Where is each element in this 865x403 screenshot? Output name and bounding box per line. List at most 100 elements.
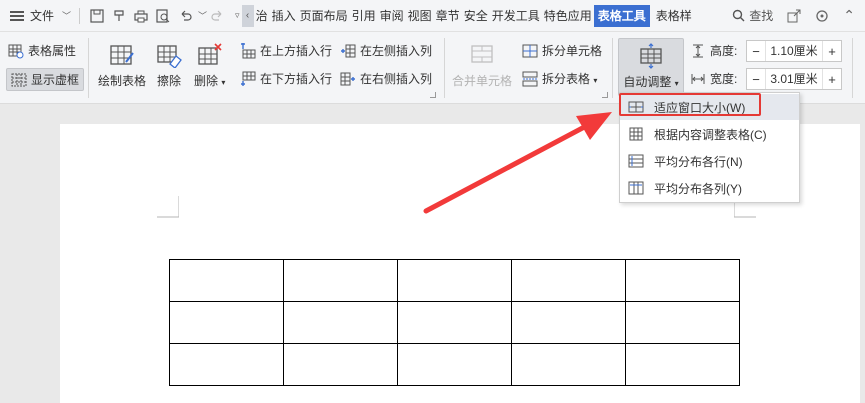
table-row (169, 343, 740, 386)
table-row (169, 301, 740, 344)
insert-column-right-button[interactable]: 在右侧插入列 (340, 70, 432, 87)
fit-contents-icon (629, 127, 643, 141)
table-cell[interactable] (625, 301, 740, 344)
table-cell[interactable] (169, 301, 284, 344)
table-cell[interactable] (283, 343, 398, 386)
width-value[interactable]: 3.01厘米 (765, 69, 823, 89)
menu-item-distribute-columns[interactable]: 平均分布各列(Y) (620, 175, 799, 201)
height-value[interactable]: 1.10厘米 (765, 41, 823, 61)
decrease-width-button[interactable]: − (747, 69, 765, 89)
height-label: 高度: (710, 44, 738, 58)
share-icon[interactable] (787, 9, 801, 23)
table-row (169, 259, 740, 302)
split-table-button[interactable]: 拆分表格 ▾ (522, 70, 597, 87)
eraser-icon (157, 45, 182, 68)
divider (852, 38, 853, 98)
table-properties-button[interactable]: 表格属性 (8, 42, 76, 59)
table-cell[interactable] (511, 301, 626, 344)
table-cell[interactable] (625, 343, 740, 386)
draw-table-icon (110, 45, 134, 65)
row-height-stepper[interactable]: − 1.10厘米 + (746, 40, 842, 62)
tabs-scroll-left-icon[interactable]: ‹ (241, 4, 254, 27)
format-painter-icon[interactable] (108, 5, 130, 27)
draw-table-button[interactable]: 绘制表格 (98, 42, 146, 89)
column-width-stepper[interactable]: − 3.01厘米 + (746, 68, 842, 90)
menu-item-distribute-rows[interactable]: 平均分布各行(N) (620, 148, 799, 174)
table-cell[interactable] (283, 301, 398, 344)
tab-developer[interactable]: 开发工具 (490, 4, 542, 28)
distribute-rows-icon (628, 154, 644, 168)
divider (444, 38, 445, 98)
auto-fit-button[interactable]: 自动调整 ▾ (618, 38, 684, 96)
margin-crop-mark (157, 196, 179, 218)
tab-section[interactable]: 章节 (434, 4, 462, 28)
highlight-box (619, 93, 761, 116)
undo-dropdown-icon[interactable]: ﹀ (198, 9, 207, 22)
save-icon[interactable] (86, 5, 108, 27)
row-height-label-wrap: 高度: (690, 42, 737, 59)
search-icon (733, 9, 745, 22)
menu-item-label: 平均分布各行(N) (654, 154, 743, 169)
tab-table-style[interactable]: 表格样 (654, 4, 694, 28)
group-expand-icon[interactable] (602, 92, 608, 98)
table-cell[interactable] (511, 259, 626, 302)
insert-column-left-label: 在左侧插入列 (360, 44, 433, 58)
table-properties-icon (8, 44, 24, 58)
merge-cells-icon (471, 45, 493, 63)
tab-review[interactable]: 审阅 (378, 4, 406, 28)
tab-security[interactable]: 安全 (462, 4, 490, 28)
delete-button[interactable]: 删除 ▾ (194, 42, 225, 89)
menubar-right: 查找 ⌃ (732, 7, 865, 24)
group-expand-icon[interactable] (430, 92, 436, 98)
table-cell[interactable] (397, 301, 512, 344)
insert-row-below-button[interactable]: 在下方插入行 (240, 70, 332, 87)
increase-height-button[interactable]: + (823, 41, 841, 61)
redo-icon[interactable] (207, 5, 229, 27)
divider (88, 38, 89, 98)
table-cell[interactable] (397, 343, 512, 386)
insert-column-left-icon (341, 44, 356, 57)
table-cell[interactable] (397, 259, 512, 302)
tab-partial[interactable]: 治 (254, 4, 270, 28)
increase-width-button[interactable]: + (823, 69, 841, 89)
file-menu[interactable]: 文件 ﹀ (0, 4, 73, 28)
decrease-height-button[interactable]: − (747, 41, 765, 61)
customize-toolbar-icon[interactable]: ▿ (235, 10, 240, 21)
tab-insert[interactable]: 插入 (270, 4, 298, 28)
tab-references[interactable]: 引用 (350, 4, 378, 28)
table-cell[interactable] (625, 259, 740, 302)
insert-column-left-button[interactable]: 在左侧插入列 (340, 42, 432, 59)
tab-features[interactable]: 特色应用 (542, 4, 594, 28)
merge-cells-button[interactable]: 合并单元格 (452, 42, 512, 89)
delete-table-icon (198, 43, 222, 65)
split-table-icon (522, 71, 538, 86)
split-cells-button[interactable]: 拆分单元格 (522, 42, 602, 59)
settings-icon[interactable] (815, 9, 829, 23)
table-cell[interactable] (283, 259, 398, 302)
print-preview-icon[interactable] (152, 5, 174, 27)
show-gridlines-button[interactable]: 显示虚框 (6, 68, 85, 91)
document-table[interactable] (169, 259, 740, 386)
tab-view[interactable]: 视图 (406, 4, 434, 28)
gridlines-icon (11, 73, 27, 86)
split-cells-label: 拆分单元格 (542, 44, 603, 58)
menu-item-fit-contents[interactable]: 根据内容调整表格(C) (620, 121, 799, 147)
table-cell[interactable] (169, 259, 284, 302)
insert-row-below-label: 在下方插入行 (260, 72, 333, 86)
column-width-label-wrap: 宽度: (690, 70, 737, 87)
erase-button[interactable]: 擦除 (156, 42, 182, 89)
tab-page-layout[interactable]: 页面布局 (298, 4, 350, 28)
table-cell[interactable] (169, 343, 284, 386)
undo-icon[interactable] (174, 5, 196, 27)
table-cell[interactable] (511, 343, 626, 386)
print-icon[interactable] (130, 5, 152, 27)
tab-table-tools[interactable]: 表格工具 (593, 4, 650, 27)
file-menu-label: 文件 (30, 9, 55, 23)
insert-row-above-button[interactable]: 在上方插入行 (240, 42, 332, 59)
more-icon[interactable]: ⌃ (843, 7, 855, 24)
distribute-columns-icon (628, 181, 644, 195)
delete-label: 删除 ▾ (194, 74, 226, 88)
search-button[interactable]: 查找 (732, 7, 773, 24)
insert-column-right-label: 在右侧插入列 (360, 72, 433, 86)
insert-row-above-label: 在上方插入行 (260, 44, 333, 58)
